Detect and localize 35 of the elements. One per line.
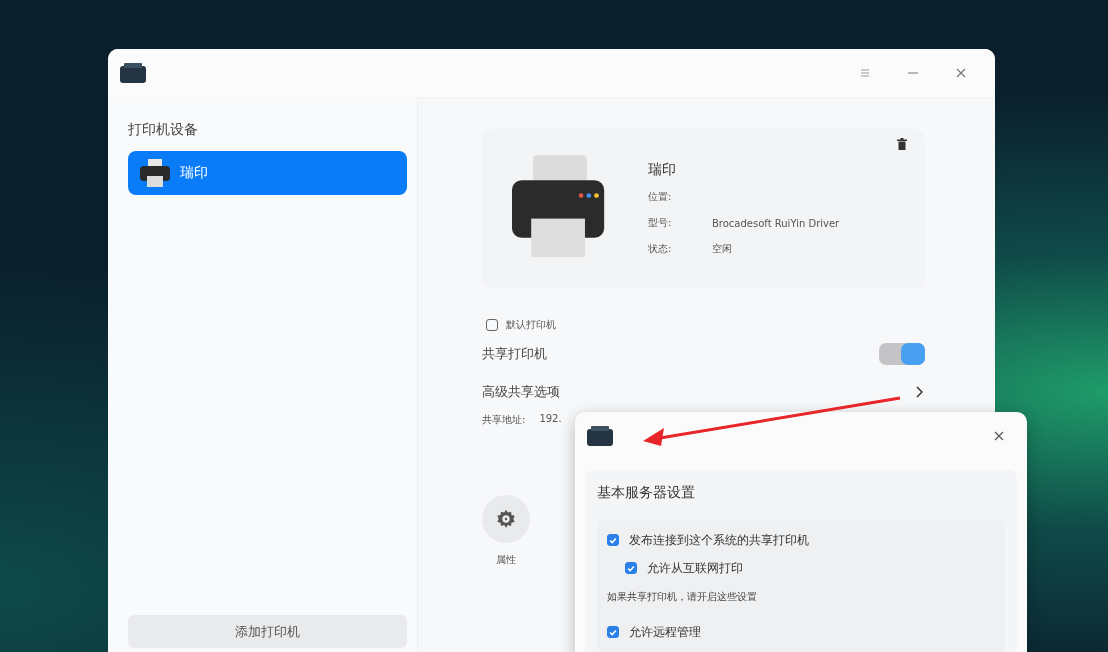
delete-button[interactable]: [895, 137, 909, 151]
share-address-label: 共享地址:: [482, 413, 526, 427]
share-printer-label: 共享打印机: [482, 345, 547, 363]
option-label: 允许远程管理: [629, 623, 701, 641]
default-printer-label: 默认打印机: [506, 318, 556, 332]
field-value: 空闲: [712, 242, 732, 256]
field-label: 位置:: [648, 190, 673, 204]
printer-app-icon: [120, 63, 146, 83]
checkbox[interactable]: [486, 319, 498, 331]
menu-icon: [859, 67, 871, 79]
properties-button[interactable]: [482, 495, 530, 543]
close-icon: [993, 430, 1005, 442]
field-label: 状态:: [648, 242, 673, 256]
section-title: 基本服务器设置: [597, 484, 696, 502]
toggle-switch[interactable]: [879, 343, 925, 365]
sidebar-title: 打印机设备: [128, 121, 199, 139]
advanced-sharing-link[interactable]: 高级共享选项: [482, 383, 560, 401]
printer-name: 瑞印: [648, 161, 677, 179]
chevron-right-icon: [915, 386, 923, 398]
option-label: 发布连接到这个系统的共享打印机: [629, 531, 809, 549]
hint-text: 如果共享打印机，请开启这些设置: [607, 590, 758, 604]
checkbox[interactable]: [625, 562, 637, 574]
share-address-value: 192.: [539, 413, 562, 426]
checkbox[interactable]: [607, 534, 619, 546]
field-value: Brocadesoft RuiYin Driver: [712, 217, 840, 229]
checkbox[interactable]: [607, 626, 619, 638]
printer-icon: [140, 159, 170, 187]
printer-app-icon: [587, 426, 613, 446]
close-icon: [955, 67, 967, 79]
printer-list-item[interactable]: 瑞印: [128, 151, 407, 195]
option-label: 允许从互联网打印: [647, 559, 743, 577]
properties-label: 属性: [496, 553, 516, 567]
gear-icon: [495, 508, 517, 530]
field-label: 型号:: [648, 216, 673, 230]
add-printer-button[interactable]: 添加打印机: [128, 615, 407, 648]
